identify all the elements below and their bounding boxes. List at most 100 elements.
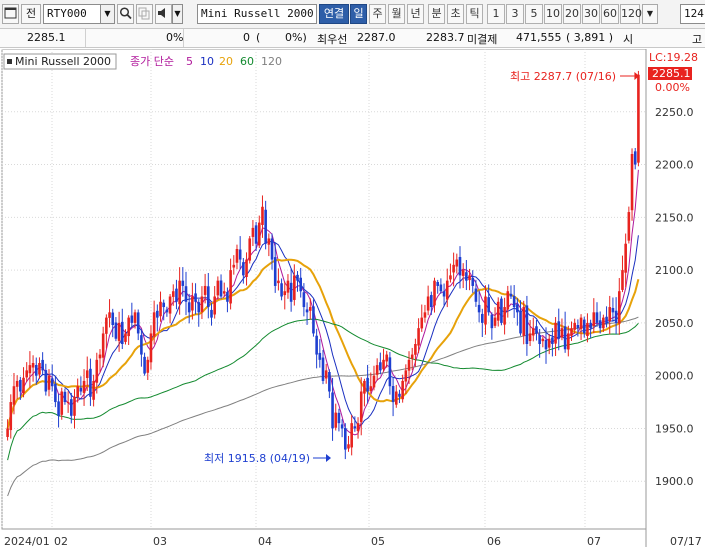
lc-label: LC:19.28 [649,51,698,64]
search-icon[interactable] [117,4,134,24]
interval-1[interactable]: 1 [487,4,505,24]
candle-body [178,280,181,305]
candle-body [579,317,583,330]
candle-body [117,322,121,341]
candle-body [210,309,213,318]
candle-body [124,333,127,342]
candle-body [254,225,258,244]
candle-body [490,314,494,329]
candle-body [506,291,510,310]
link-button[interactable]: 연결 [319,4,349,24]
candle-body [350,423,353,448]
price-chart[interactable]: 2250.0 2200.0 2150.0 2100.0 2050.0 2000.0 1950… [0,48,705,548]
candle-body [296,274,299,281]
candle-body [554,322,557,344]
period-year[interactable]: 년 [407,4,424,24]
legend: Mini Russell 2000 종가 단순 5 10 20 60 120 [3,53,282,70]
copy-icon[interactable] [136,4,153,24]
candle-body [516,304,519,313]
toolbar-options-button[interactable]: ▼ [642,4,658,24]
current-price-label: 2285.1 [652,67,691,80]
period-day[interactable]: 일 [350,4,367,24]
candle-body [207,286,210,308]
period-week[interactable]: 주 [369,4,386,24]
x-tick-label: 06 [487,535,501,547]
candle-body [452,264,455,273]
candle-body [433,280,436,306]
candle-body [216,280,220,296]
count-input[interactable]: 124 [680,4,705,24]
candle-body [324,370,328,379]
interval-5[interactable]: 5 [525,4,543,24]
candle-body [245,259,248,277]
candle-body [334,412,338,428]
candle-body [493,317,497,326]
period-tick[interactable]: 틱 [466,4,483,24]
legend-ma-5: 5 [186,55,193,68]
candle-body [544,339,548,350]
candle-body [187,302,191,313]
symbol-code-input[interactable]: RTY000 [43,4,101,24]
candle-body [426,296,430,311]
candle-body [229,270,232,304]
interval-60[interactable]: 60 [601,4,619,24]
candle-body [398,393,401,397]
interval-30[interactable]: 30 [582,4,600,24]
candle-body [143,356,146,374]
candle-body [73,396,76,416]
candle-body [315,335,318,355]
candle-body [76,386,79,398]
candle-body [624,243,627,273]
y-tick-label: 2250.0 [655,106,694,119]
candle-body [436,282,439,286]
candle-body [480,313,484,323]
candle-body [567,333,570,350]
best-bid: 2283.7 [426,31,465,44]
candle-body [455,259,459,267]
period-minute[interactable]: 분 [428,4,445,24]
y-tick-label: 2100.0 [655,264,694,277]
period-month[interactable]: 월 [388,4,405,24]
y-tick-label: 1900.0 [655,475,694,488]
open-interest: 471,555 [516,31,562,44]
candle-body [305,309,309,313]
candle-body [232,264,236,268]
candle-body [120,321,124,344]
candle-body [194,293,197,302]
interval-10[interactable]: 10 [544,4,562,24]
candle-body [372,375,376,388]
x-axis: 2024/01 02 03 04 05 06 07 07/17 [4,535,702,548]
speaker-dropdown[interactable]: ▼ [172,4,183,24]
window-icon[interactable] [2,4,19,24]
candle-body [582,319,586,334]
symbol-dropdown[interactable]: ▼ [101,4,115,24]
interval-20[interactable]: 20 [563,4,581,24]
candle-body [31,363,35,368]
candle-body [38,363,41,375]
jeon-button[interactable]: 전 [21,4,41,24]
period-second[interactable]: 초 [447,4,464,24]
candle-body [267,238,271,245]
candle-body [57,401,60,416]
candle-body [79,387,83,392]
candle-body [213,296,216,315]
speaker-icon[interactable] [155,4,172,24]
interval-120[interactable]: 120 [620,4,642,24]
candle-body [331,392,334,429]
chart-area[interactable]: 2250.0 2200.0 2150.0 2100.0 2050.0 2000.0 1950… [0,48,705,548]
candle-body [156,310,159,318]
current-price: 2285.1 [27,31,66,44]
candle-body [344,428,347,450]
candle-body [598,320,602,329]
y-tick-label: 2150.0 [655,211,694,224]
candle-body [251,227,255,237]
candle-body [226,291,229,302]
candle-body [12,386,16,405]
candle-body [140,335,143,355]
candle-body [340,424,344,429]
interval-3[interactable]: 3 [506,4,524,24]
candle-body [66,402,70,404]
x-tick-label: 07/17 [670,535,702,547]
candle-body [468,275,471,281]
candle-body [165,309,169,313]
